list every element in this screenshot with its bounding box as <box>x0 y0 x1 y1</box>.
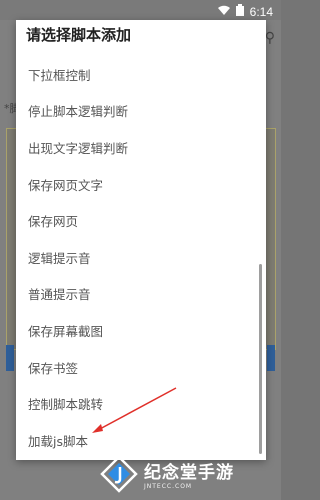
list-item-label: 普通提示音 <box>28 287 91 303</box>
select-script-dialog: 请选择脚本添加 下拉框控制 停止脚本逻辑判断 出现文字逻辑判断 保存网页文字 保… <box>16 20 266 460</box>
list-item[interactable]: 停止脚本逻辑判断 <box>16 93 266 130</box>
list-item-label: 出现文字逻辑判断 <box>28 140 129 156</box>
watermark-title: 纪念堂手游 <box>144 463 234 483</box>
status-icons: 6:14 <box>217 4 273 19</box>
list-item[interactable]: 保存屏幕截图 <box>16 312 266 349</box>
list-item[interactable]: 保存网页文字 <box>16 166 266 203</box>
dialog-scrollbar[interactable] <box>259 264 262 454</box>
watermark-logo-icon <box>100 455 138 493</box>
list-item[interactable]: 逻辑提示音 <box>16 239 266 276</box>
search-icon: ⚲ <box>264 30 275 46</box>
list-item-label: 保存屏幕截图 <box>28 323 104 339</box>
list-item[interactable]: 保存网页 <box>16 202 266 239</box>
list-item-label: 下拉框控制 <box>28 67 91 83</box>
list-item-label: 保存网页文字 <box>28 177 104 193</box>
watermark-subtitle: JNTECC.COM <box>144 483 193 490</box>
watermark: 纪念堂手游 JNTECC.COM <box>100 452 234 496</box>
list-item-label: 逻辑提示音 <box>28 250 91 266</box>
background-button-right <box>267 345 275 371</box>
list-item-label: 加载js脚本 <box>28 433 88 449</box>
list-item[interactable]: 保存书签 <box>16 349 266 386</box>
background-button-left <box>6 345 14 371</box>
list-item[interactable]: 出现文字逻辑判断 <box>16 129 266 166</box>
list-item[interactable]: 下拉框控制 <box>16 56 266 93</box>
status-bar: 6:14 <box>0 0 281 20</box>
list-item-label: 停止脚本逻辑判断 <box>28 104 129 120</box>
dialog-title: 请选择脚本添加 <box>26 26 132 44</box>
battery-icon <box>235 4 244 19</box>
list-item-label: 保存书签 <box>28 360 79 376</box>
list-item[interactable]: 普通提示音 <box>16 276 266 313</box>
wifi-icon <box>217 5 230 18</box>
list-item[interactable]: 控制脚本跳转 <box>16 385 266 422</box>
list-item-label: 保存网页 <box>28 214 79 230</box>
list-item-label: 控制脚本跳转 <box>28 397 104 413</box>
status-time: 6:14 <box>249 4 273 19</box>
script-list: 下拉框控制 停止脚本逻辑判断 出现文字逻辑判断 保存网页文字 保存网页 逻辑提示… <box>16 56 266 459</box>
